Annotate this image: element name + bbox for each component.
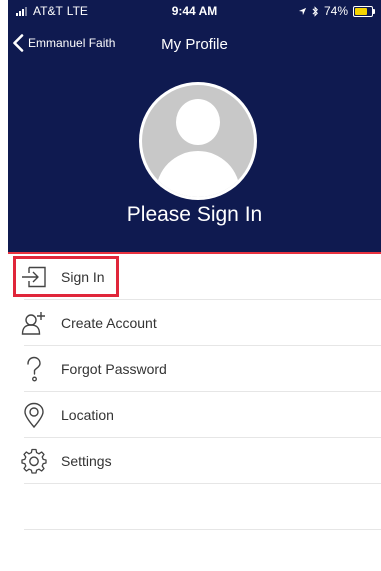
status-right: 74% xyxy=(298,4,375,18)
empty-row xyxy=(24,484,381,530)
avatar-head xyxy=(176,99,220,145)
sign-in-icon xyxy=(21,264,47,290)
create-account-label: Create Account xyxy=(61,314,157,331)
create-account-item[interactable]: Create Account xyxy=(21,300,381,346)
user-placeholder-icon xyxy=(142,85,254,197)
battery-icon xyxy=(353,5,375,17)
gear-icon xyxy=(21,448,47,474)
bluetooth-icon xyxy=(312,5,318,17)
settings-item[interactable]: Settings xyxy=(21,438,381,484)
avatar-body xyxy=(156,151,240,197)
avatar xyxy=(139,82,257,200)
sign-in-label: Sign In xyxy=(61,268,105,285)
location-label: Location xyxy=(61,406,114,423)
status-bar: AT&T LTE 9:44 AM 74% xyxy=(8,0,381,22)
battery-percent: 74% xyxy=(323,4,348,18)
forgot-password-item[interactable]: Forgot Password xyxy=(24,346,381,392)
profile-menu: Sign In Create Account Forgot Password L… xyxy=(21,254,381,530)
settings-label: Settings xyxy=(61,452,112,469)
location-item[interactable]: Location xyxy=(24,392,381,438)
sign-in-prompt: Please Sign In xyxy=(126,203,263,226)
navigation-bar: Emmanuel Faith My Profile xyxy=(8,28,381,64)
page-title: My Profile xyxy=(161,36,228,53)
add-user-icon xyxy=(21,310,47,336)
location-pin-icon xyxy=(21,402,47,428)
forgot-password-label: Forgot Password xyxy=(61,360,167,377)
profile-header: AT&T LTE 9:44 AM 74% Emmanuel Faith My P… xyxy=(8,0,381,252)
location-arrow-icon xyxy=(298,7,307,15)
sign-in-item[interactable]: Sign In xyxy=(21,254,381,300)
battery-level xyxy=(355,7,367,15)
question-icon xyxy=(21,356,47,382)
